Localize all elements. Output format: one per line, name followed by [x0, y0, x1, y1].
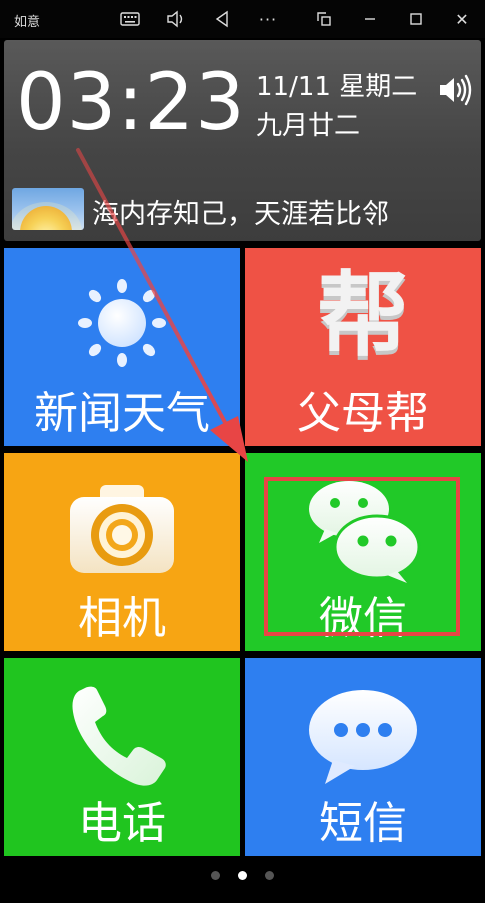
motto-row: 海内存知己，天涯若比邻: [12, 188, 472, 230]
close-icon: ✕: [455, 9, 469, 29]
page-dot-active[interactable]: [238, 870, 247, 880]
keyboard-icon: [120, 12, 140, 26]
motto-text: 海内存知己，天涯若比邻: [92, 199, 389, 230]
tile-sms[interactable]: 短信: [245, 658, 481, 856]
tile-label: 父母帮: [297, 388, 429, 439]
keyboard-button[interactable]: [116, 6, 144, 32]
tile-camera[interactable]: 相机: [4, 453, 240, 651]
screenshot-button[interactable]: [310, 6, 338, 32]
tile-label: 短信: [319, 798, 407, 849]
page-dot[interactable]: [265, 870, 274, 880]
maximize-icon: [410, 13, 422, 25]
volume-button[interactable]: [162, 6, 190, 32]
tile-label: 新闻天气: [34, 388, 210, 439]
tile-phone[interactable]: 电话: [4, 658, 240, 856]
window-title: 如意: [14, 15, 41, 30]
volume-icon: [167, 10, 183, 28]
weather-thumbnail[interactable]: [12, 188, 84, 230]
tile-parent-helper[interactable]: 帮 父母帮: [245, 248, 481, 446]
sunny-weather-icon: [12, 202, 82, 230]
maximize-button[interactable]: [402, 6, 430, 32]
minimize-icon: [365, 18, 375, 20]
tile-label: 相机: [78, 593, 166, 644]
speaker-icon[interactable]: [437, 74, 473, 106]
emulator-titlebar: 如意 ··· ✕: [0, 0, 485, 38]
date-weekday: 11/11 星期二: [256, 72, 418, 102]
page-indicator[interactable]: [0, 866, 485, 884]
more-icon: ···: [258, 9, 278, 29]
sun-icon: [78, 279, 166, 367]
close-button[interactable]: ✕: [448, 6, 476, 32]
back-icon: [215, 10, 228, 28]
highlight-box: [264, 477, 460, 636]
screenshot-icon: [317, 12, 331, 26]
clock-time: 03:23: [16, 58, 246, 148]
bang-icon: 帮: [316, 262, 410, 369]
phone-screen: 如意 ··· ✕ 03:23 11/11 星期二 九月廿二 海内存知己，天涯若比…: [0, 0, 485, 903]
tile-news-weather[interactable]: 新闻天气: [4, 248, 240, 446]
clock-widget[interactable]: 03:23 11/11 星期二 九月廿二 海内存知己，天涯若比邻: [4, 40, 481, 241]
lunar-date: 九月廿二: [256, 111, 361, 141]
page-dot[interactable]: [211, 870, 220, 880]
tile-label: 电话: [78, 798, 166, 849]
phone-icon: [72, 686, 166, 786]
minimize-button[interactable]: [356, 6, 384, 32]
more-button[interactable]: ···: [254, 6, 282, 32]
back-button[interactable]: [208, 6, 236, 32]
camera-icon: [70, 485, 174, 573]
sms-icon: [309, 690, 417, 784]
